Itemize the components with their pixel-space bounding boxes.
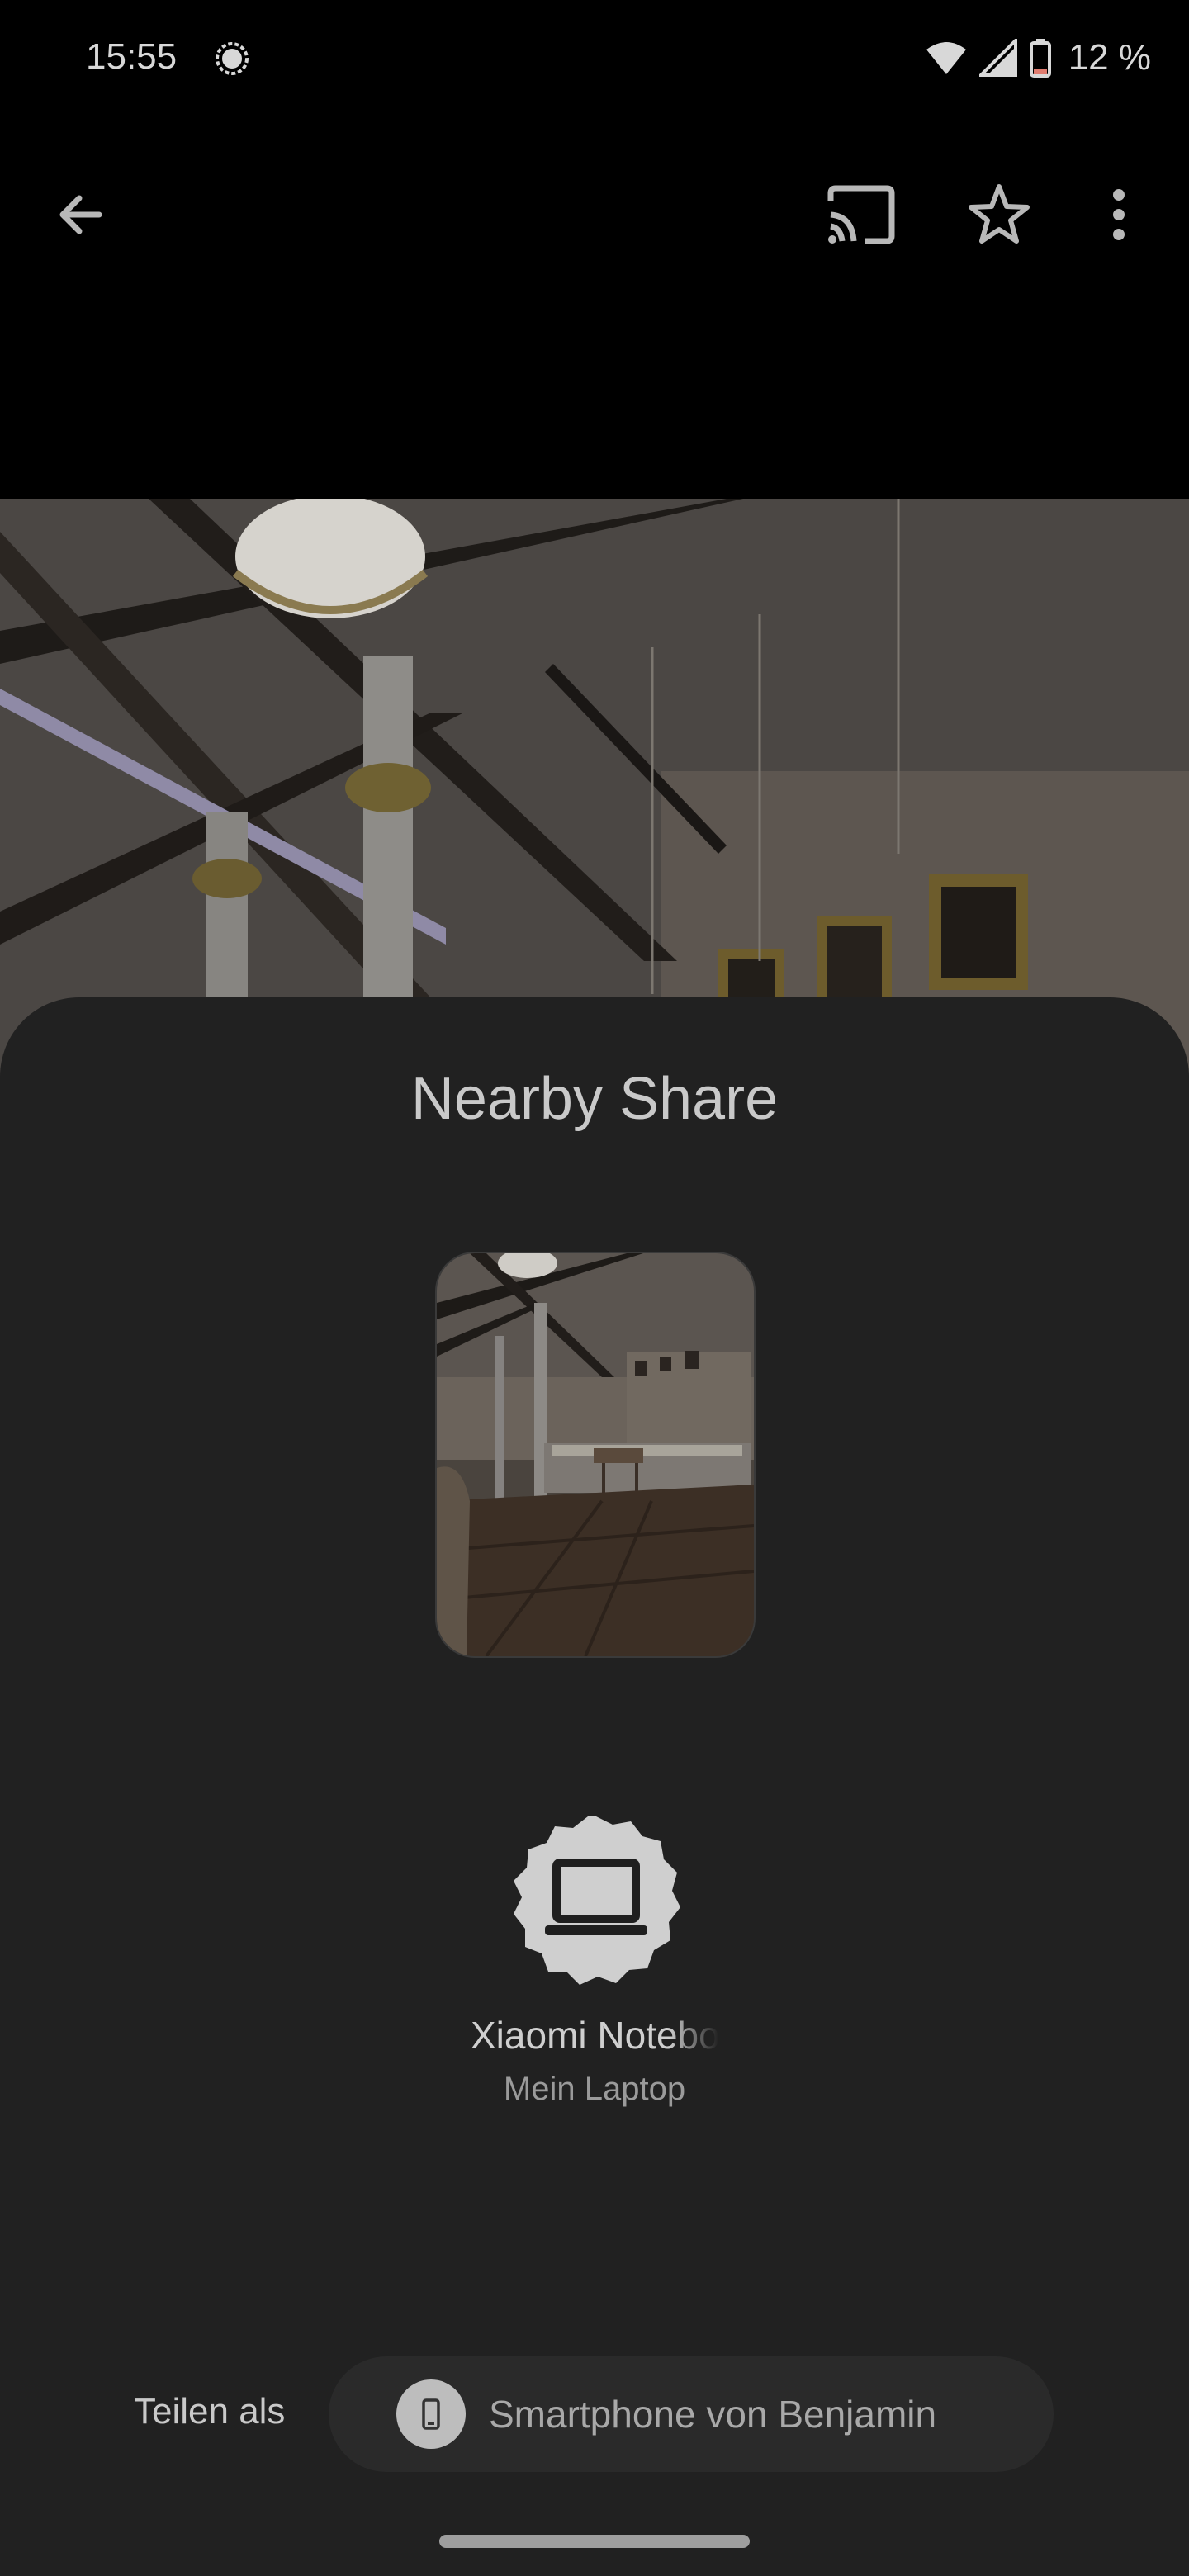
signal-app-icon <box>216 42 249 75</box>
share-as-device-name: Smartphone von Benjamin <box>489 2393 937 2436</box>
battery-icon <box>1029 39 1051 78</box>
device-subtitle: Mein Laptop <box>503 2071 686 2107</box>
back-arrow-icon[interactable] <box>48 182 114 248</box>
share-as-label: Teilen als <box>134 2391 286 2432</box>
share-as-device-chip[interactable]: Smartphone von Benjamin <box>329 2356 1054 2472</box>
battery-percentage: 12 % <box>1068 37 1151 78</box>
status-time: 15:55 <box>86 36 178 77</box>
cast-icon[interactable] <box>822 182 897 248</box>
nearby-share-sheet <box>0 997 1189 2576</box>
status-icons: 12 % <box>925 33 1151 83</box>
device-name[interactable]: Xiaomi Notebo <box>471 2013 718 2057</box>
sheet-title: Nearby Share <box>410 1066 779 1132</box>
star-icon[interactable] <box>964 180 1034 249</box>
smartphone-icon <box>396 2379 466 2449</box>
device-avatar[interactable] <box>509 1813 684 1988</box>
shared-image-preview <box>435 1252 756 1658</box>
more-vert-icon[interactable] <box>1098 180 1139 249</box>
home-indicator[interactable] <box>439 2535 750 2548</box>
photo-viewer-image <box>0 499 1189 1077</box>
cell-signal-icon <box>978 39 1017 77</box>
wifi-icon <box>926 42 966 74</box>
